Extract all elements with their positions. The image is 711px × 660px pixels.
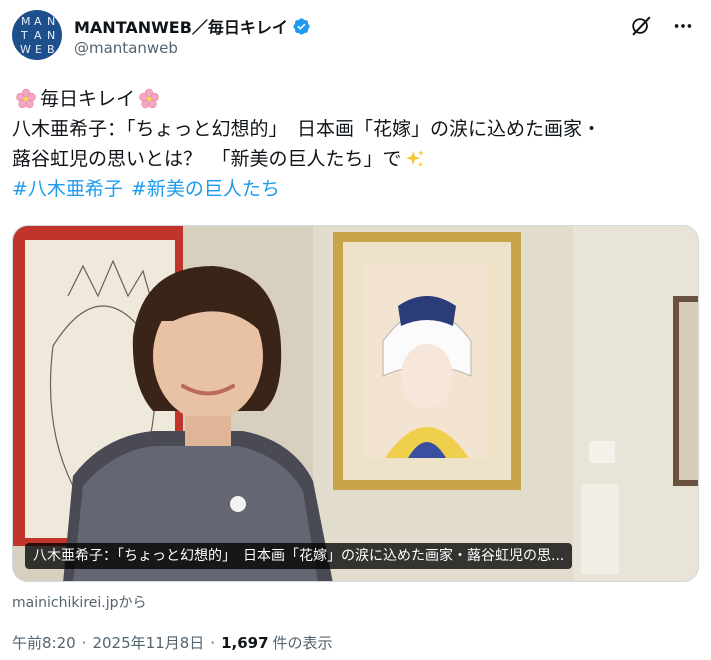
cherry-blossom-icon xyxy=(139,88,159,109)
verified-badge-icon xyxy=(293,17,310,35)
tweet-date[interactable]: 2025年11月8日 xyxy=(92,632,204,653)
tweet-time[interactable]: 午前8:20 xyxy=(12,632,76,653)
more-icon xyxy=(674,24,692,28)
article-photo xyxy=(13,226,698,581)
display-name[interactable]: MANTANWEB／毎日キレイ xyxy=(74,14,288,38)
separator-dot: · xyxy=(210,633,216,652)
tweet-line-title: 毎日キレイ xyxy=(12,84,702,114)
tweet-line-body-2: 蕗谷虹児の思いとは？ 「新美の巨人たち」で xyxy=(12,144,702,174)
tweet-hashtags: #八木亜希子 #新美の巨人たち xyxy=(12,174,702,204)
tweet-body-2-text: 蕗谷虹児の思いとは？ 「新美の巨人たち」で xyxy=(12,148,402,170)
tweet-header: M A N T A N W E B MANTANWEB／毎日キレイ @manta… xyxy=(12,10,699,62)
cherry-blossom-icon xyxy=(16,88,36,109)
tweet-line-body-1: 八木亜希子：「ちょっと幻想的」 日本画「花嫁」の涙に込めた画家・ xyxy=(12,118,602,140)
separator-dot: · xyxy=(81,633,87,652)
link-card-caption: 八木亜希子：「ちょっと幻想的」 日本画「花嫁」の涙に込めた画家・蕗谷虹児の思..… xyxy=(25,543,573,569)
views-label: 件の表示 xyxy=(272,634,333,652)
link-card-media[interactable]: 八木亜希子：「ちょっと幻想的」 日本画「花嫁」の涙に込めた画家・蕗谷虹児の思..… xyxy=(12,225,699,582)
grok-icon xyxy=(632,16,651,36)
views-count: 1,697 xyxy=(221,633,269,652)
tweet-meta: 午前8:20 · 2025年11月8日 · 1,697 件の表示 xyxy=(12,632,333,653)
link-source[interactable]: mainichikirei.jpから xyxy=(12,592,147,612)
hashtag-link[interactable]: #新美の巨人たち xyxy=(131,174,280,204)
avatar[interactable]: M A N T A N W E B xyxy=(12,10,62,60)
tweet-text: 毎日キレイ 八木亜希子：「ちょっと幻想的」 日本画「花嫁」の涙に込めた画家・ 蕗… xyxy=(12,84,702,204)
tweet-title-text: 毎日キレイ xyxy=(40,88,136,110)
grok-button[interactable] xyxy=(627,12,655,40)
more-options-button[interactable] xyxy=(669,12,697,40)
sparkles-icon xyxy=(405,149,424,168)
author-name-row[interactable]: MANTANWEB／毎日キレイ xyxy=(74,14,311,38)
hashtag-link[interactable]: #八木亜希子 xyxy=(12,174,123,204)
user-handle[interactable]: @mantanweb xyxy=(74,39,178,57)
